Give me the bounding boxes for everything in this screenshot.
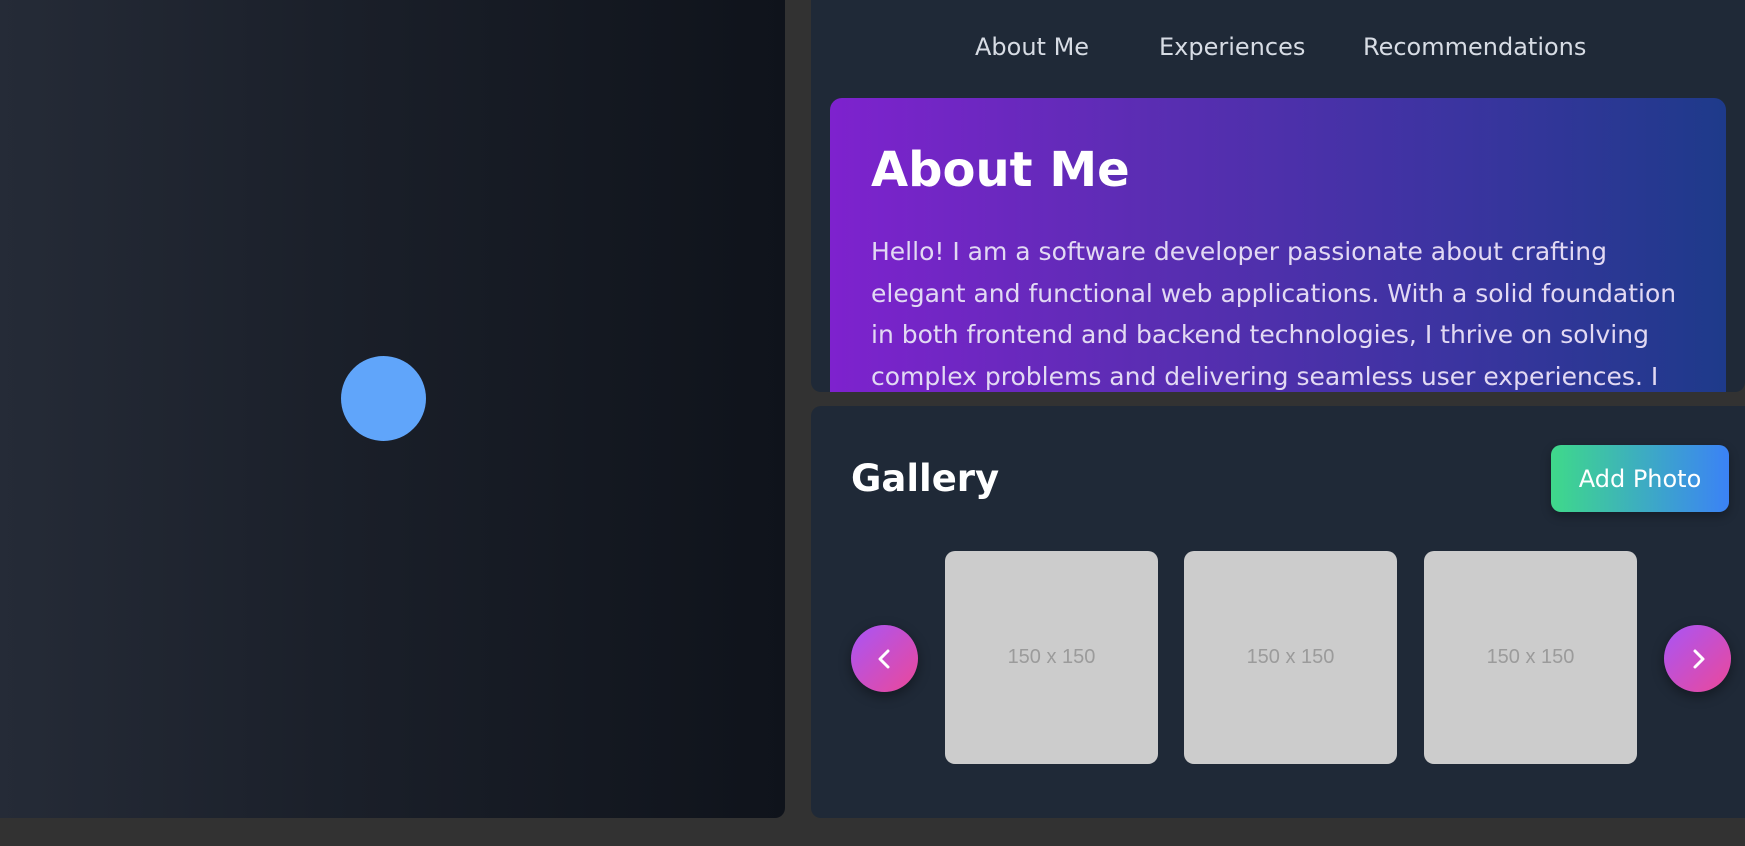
next-button[interactable]: [1664, 625, 1731, 692]
gallery-photo[interactable]: 150 x 150: [945, 551, 1158, 764]
gallery-photo[interactable]: 150 x 150: [1184, 551, 1397, 764]
gallery-card: Gallery Add Photo 150 x 150 150 x 150 15…: [811, 406, 1745, 818]
gallery-title: Gallery: [851, 457, 1000, 500]
chevron-left-icon: [878, 649, 889, 668]
about-card: About Me Experiences Recommendations Abo…: [811, 0, 1745, 392]
about-section: About Me Hello! I am a software develope…: [830, 98, 1726, 392]
add-photo-button[interactable]: Add Photo: [1551, 445, 1729, 512]
about-text: Hello! I am a software developer passion…: [871, 237, 1677, 391]
loading-dot: [341, 356, 426, 441]
bottom-bar: [0, 818, 1745, 846]
nav-link-recommendations[interactable]: Recommendations: [1363, 33, 1586, 61]
nav-link-experiences[interactable]: Experiences: [1159, 33, 1305, 61]
about-title: About Me: [871, 142, 1130, 198]
gallery-photo[interactable]: 150 x 150: [1424, 551, 1637, 764]
prev-button[interactable]: [851, 625, 918, 692]
left-panel: [0, 0, 785, 818]
photo-placeholder-label: 150 x 150: [1246, 646, 1335, 668]
top-nav: About Me Experiences Recommendations: [811, 0, 1745, 98]
chevron-right-icon: [1693, 649, 1704, 668]
photo-placeholder-label: 150 x 150: [1007, 646, 1096, 668]
photo-placeholder-label: 150 x 150: [1486, 646, 1575, 668]
nav-link-about-me[interactable]: About Me: [975, 33, 1089, 61]
